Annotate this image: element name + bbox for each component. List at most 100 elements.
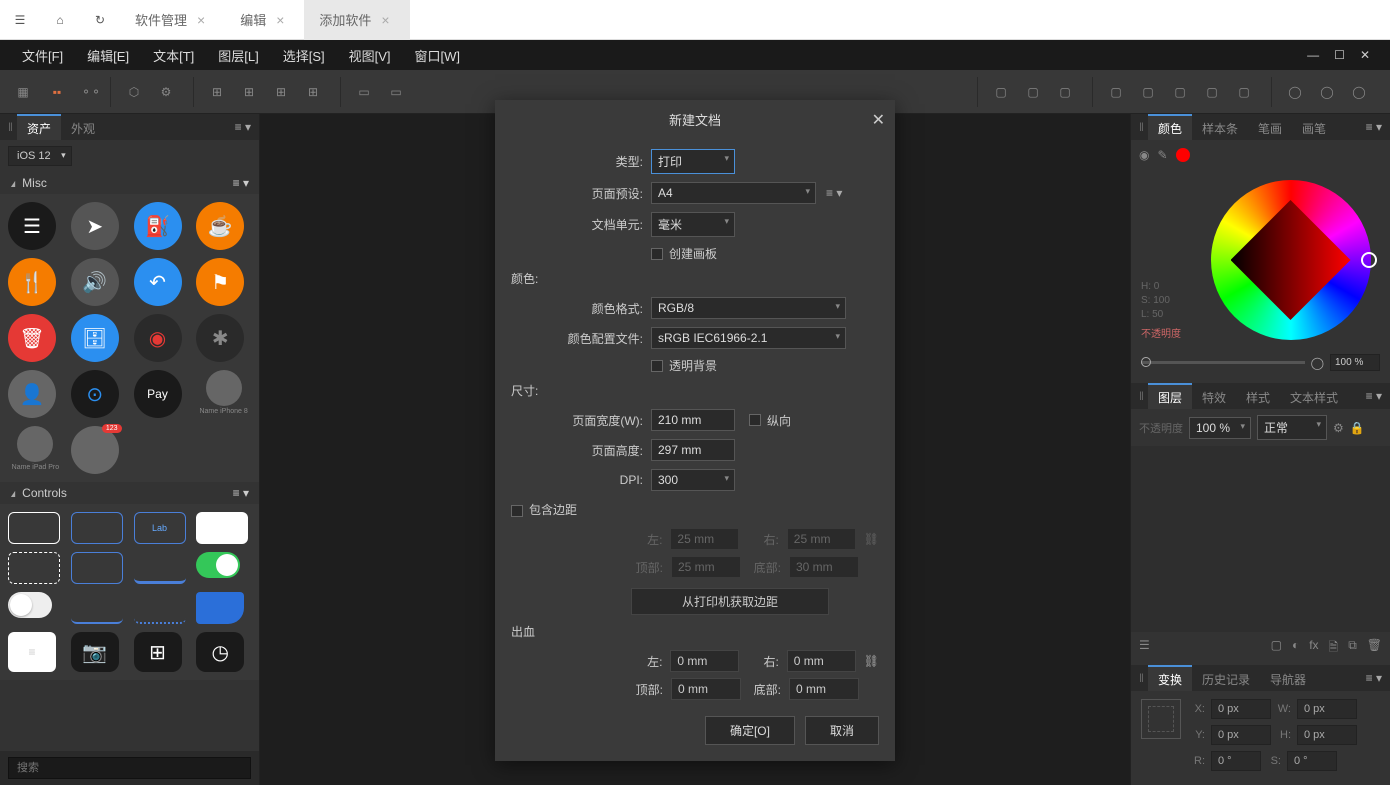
- asset-fingerprint-icon[interactable]: ◉: [134, 314, 182, 362]
- color-wheel[interactable]: [1211, 180, 1371, 340]
- menu-select[interactable]: 选择[S]: [271, 46, 337, 65]
- close-icon[interactable]: ×: [381, 12, 389, 28]
- control-underline[interactable]: [134, 552, 186, 584]
- control-toggle[interactable]: [196, 552, 240, 578]
- op-2-icon[interactable]: ◯: [1312, 77, 1342, 107]
- panel-menu-icon[interactable]: ≡ ▾: [1366, 120, 1382, 134]
- asset-trash-icon[interactable]: 🗑: [8, 314, 56, 362]
- menu-edit[interactable]: 编辑[E]: [75, 46, 141, 65]
- w-input[interactable]: 0 px: [1297, 699, 1357, 719]
- shape-gear-icon[interactable]: ⚙: [151, 77, 181, 107]
- asset-reply-icon[interactable]: ↶: [134, 258, 182, 306]
- lock-icon[interactable]: 🔒: [1350, 421, 1365, 435]
- menu-icon[interactable]: ☰: [0, 0, 40, 40]
- asset-list-icon[interactable]: ☰: [8, 202, 56, 250]
- tab-transform[interactable]: 变换: [1148, 665, 1192, 691]
- type-select[interactable]: 打印: [651, 149, 735, 174]
- fx-icon[interactable]: fx: [1309, 638, 1318, 659]
- home-icon[interactable]: ⌂: [40, 0, 80, 40]
- section-controls[interactable]: Controls ≡ ▾: [0, 482, 259, 504]
- panel-menu-icon[interactable]: ≡ ▾: [1366, 671, 1382, 685]
- reload-icon[interactable]: ↻: [80, 0, 120, 40]
- tab-appearance[interactable]: 外观: [61, 114, 105, 140]
- control-shape[interactable]: [196, 592, 244, 624]
- control-camera-icon[interactable]: 📷: [71, 632, 119, 672]
- section-menu-icon[interactable]: ≡ ▾: [233, 486, 249, 500]
- asset-record-icon[interactable]: ⊙: [71, 370, 119, 418]
- dialog-close-icon[interactable]: ✕: [872, 110, 885, 130]
- color-triangle[interactable]: [1231, 200, 1351, 320]
- menu-view[interactable]: 视图[V]: [337, 46, 403, 65]
- portrait-checkbox[interactable]: [749, 414, 761, 426]
- eyedropper-icon[interactable]: ✎: [1157, 148, 1167, 162]
- browser-tab-2[interactable]: 添加软件×: [304, 0, 409, 40]
- duplicate-icon[interactable]: ⧉: [1348, 638, 1357, 659]
- ok-button[interactable]: 确定[O]: [705, 716, 795, 745]
- trash-icon[interactable]: 🗑: [1367, 638, 1382, 659]
- control-slider2[interactable]: [134, 592, 186, 624]
- include-margins-checkbox[interactable]: [511, 505, 523, 517]
- fill-stroke-icon[interactable]: ◉: [1139, 148, 1149, 162]
- asset-fuel-icon[interactable]: ⛽: [134, 202, 182, 250]
- shape-hex-icon[interactable]: ⬡: [119, 77, 149, 107]
- gear-icon[interactable]: ⚙: [1333, 421, 1344, 435]
- bleed-bottom-input[interactable]: 0 mm: [789, 678, 859, 700]
- color-format-select[interactable]: RGB/8: [651, 297, 846, 319]
- arrange-4-icon[interactable]: ▢: [1197, 77, 1227, 107]
- preset-select[interactable]: A4: [651, 182, 816, 204]
- bleed-left-input[interactable]: 0 mm: [670, 650, 739, 672]
- menu-text[interactable]: 文本[T]: [141, 46, 206, 65]
- margin-bottom-input[interactable]: 30 mm: [789, 556, 859, 578]
- asset-avatar-icon[interactable]: 👤: [8, 370, 56, 418]
- grid-3-icon[interactable]: ⊞: [266, 77, 296, 107]
- s-input[interactable]: 0 °: [1287, 751, 1337, 771]
- asset-location-icon[interactable]: ➤: [71, 202, 119, 250]
- asset-badge-icon[interactable]: 123: [71, 426, 126, 474]
- arrange-3-icon[interactable]: ▢: [1165, 77, 1195, 107]
- arrange-2-icon[interactable]: ▢: [1133, 77, 1163, 107]
- anchor-grid[interactable]: [1141, 699, 1181, 739]
- section-misc[interactable]: Misc ≡ ▾: [0, 172, 259, 194]
- close-icon[interactable]: ×: [197, 12, 205, 28]
- preset-menu-icon[interactable]: ≡ ▾: [826, 186, 842, 200]
- menu-window[interactable]: 窗口[W]: [403, 46, 473, 65]
- tab-effects[interactable]: 特效: [1192, 383, 1236, 409]
- control-slider[interactable]: [71, 592, 123, 624]
- cancel-button[interactable]: 取消: [805, 716, 879, 745]
- grid-4-icon[interactable]: ⊞: [298, 77, 328, 107]
- control-switch[interactable]: [8, 592, 52, 618]
- maximize-icon[interactable]: ☐: [1334, 48, 1345, 62]
- canvas[interactable]: 新建文档 ✕ 类型: 打印 页面预设: A4 ≡ ▾ 文档单元:: [260, 114, 1130, 785]
- adjust-icon[interactable]: ◐: [1292, 638, 1299, 659]
- menu-layer[interactable]: 图层[L]: [206, 46, 270, 65]
- op-1-icon[interactable]: ◯: [1280, 77, 1310, 107]
- control-rounded2[interactable]: [71, 552, 123, 584]
- grid-1-icon[interactable]: ⊞: [202, 77, 232, 107]
- asset-flag-icon[interactable]: ⚑: [196, 258, 244, 306]
- tool-pixel-icon[interactable]: ▪▪: [42, 77, 72, 107]
- asset-spinner-icon[interactable]: ✱: [196, 314, 244, 362]
- margin-right-input[interactable]: 25 mm: [787, 528, 856, 550]
- units-select[interactable]: 毫米: [651, 212, 735, 237]
- blend-mode-select[interactable]: 正常: [1257, 415, 1327, 440]
- r-input[interactable]: 0 °: [1211, 751, 1261, 771]
- control-label[interactable]: Lab: [134, 512, 186, 544]
- control-rounded[interactable]: [71, 512, 123, 544]
- asset-applepay-icon[interactable]: Pay: [134, 370, 182, 418]
- tab-brush[interactable]: 画笔: [1292, 114, 1336, 140]
- minimize-icon[interactable]: —: [1307, 48, 1319, 62]
- control-timer-icon[interactable]: ◷: [196, 632, 244, 672]
- align-3-icon[interactable]: ▢: [1050, 77, 1080, 107]
- tool-link-icon[interactable]: ⚬⚬: [76, 77, 106, 107]
- close-icon[interactable]: ×: [276, 12, 284, 28]
- tab-swatches[interactable]: 样本条: [1192, 114, 1248, 140]
- search-input[interactable]: [8, 757, 251, 779]
- current-color-swatch[interactable]: [1176, 148, 1190, 162]
- tab-layers[interactable]: 图层: [1148, 383, 1192, 409]
- margin-left-input[interactable]: 25 mm: [670, 528, 739, 550]
- insert-1-icon[interactable]: ▭: [349, 77, 379, 107]
- control-card[interactable]: ≡: [8, 632, 56, 672]
- asset-archive-icon[interactable]: 🗄: [71, 314, 119, 362]
- transparent-bg-checkbox[interactable]: [651, 360, 663, 372]
- x-input[interactable]: 0 px: [1211, 699, 1271, 719]
